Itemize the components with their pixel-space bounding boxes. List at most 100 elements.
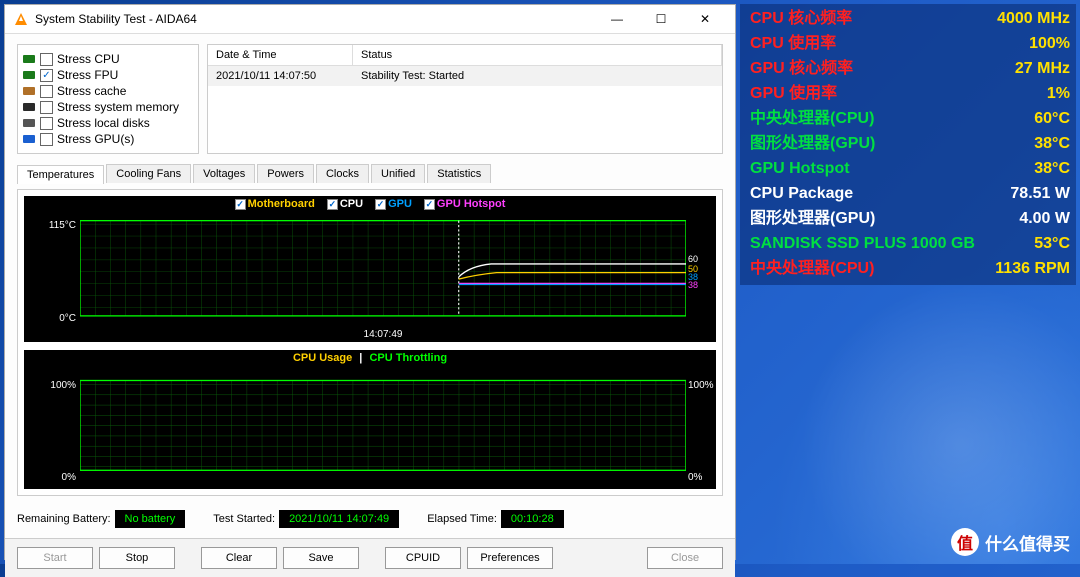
overlay-row: 图形处理器(GPU) 38°C xyxy=(750,131,1070,156)
tab-temperatures[interactable]: Temperatures xyxy=(17,165,104,184)
log-header-status[interactable]: Status xyxy=(353,45,722,65)
started-label: Test Started: xyxy=(213,513,275,525)
stress-label: Stress FPU xyxy=(57,68,118,82)
stress-options-panel: Stress CPU✓Stress FPUStress cacheStress … xyxy=(17,44,199,154)
cpu-y-axis-right: 100% 0% xyxy=(686,374,716,489)
cpu-legend: CPU Usage | CPU Throttling xyxy=(24,350,716,366)
save-button[interactable]: Save xyxy=(283,547,359,569)
overlay-row: GPU Hotspot38°C xyxy=(750,156,1070,181)
checkbox[interactable] xyxy=(40,133,53,146)
log-header-date[interactable]: Date & Time xyxy=(208,45,353,65)
legend-checkbox[interactable]: ✓ xyxy=(327,199,338,210)
started-value: 2021/10/11 14:07:49 xyxy=(279,510,399,528)
window-title: System Stability Test - AIDA64 xyxy=(35,12,595,26)
overlay-row: CPU 使用率 100% xyxy=(750,31,1070,56)
overlay-row: 中央处理器(CPU) 1136 RPM xyxy=(750,256,1070,281)
close-button[interactable]: ✕ xyxy=(683,5,727,33)
legend-checkbox[interactable]: ✓ xyxy=(424,199,435,210)
watermark: 值 什么值得买 xyxy=(951,528,1070,556)
clear-button[interactable]: Clear xyxy=(201,547,277,569)
start-button[interactable]: Start xyxy=(17,547,93,569)
maximize-button[interactable]: ☐ xyxy=(639,5,683,33)
battery-label: Remaining Battery: xyxy=(17,513,111,525)
legend-label: GPU xyxy=(388,198,412,210)
overlay-label: GPU 使用率 xyxy=(750,81,837,106)
checkbox[interactable] xyxy=(40,117,53,130)
checkbox[interactable]: ✓ xyxy=(40,69,53,82)
overlay-value: 1136 RPM xyxy=(995,256,1070,281)
stop-button[interactable]: Stop xyxy=(99,547,175,569)
button-row: Start Stop Clear Save CPUID Preferences … xyxy=(5,538,735,577)
elapsed-value: 00:10:28 xyxy=(501,510,564,528)
overlay-label: GPU Hotspot xyxy=(750,156,850,181)
mem-icon xyxy=(22,101,36,113)
stress-cpu[interactable]: Stress CPU xyxy=(22,51,194,67)
stress-label: Stress local disks xyxy=(57,116,150,130)
cpuid-button[interactable]: CPUID xyxy=(385,547,461,569)
overlay-label: CPU 使用率 xyxy=(750,31,836,56)
elapsed-label: Elapsed Time: xyxy=(427,513,497,525)
checkbox[interactable] xyxy=(40,85,53,98)
legend-label: Motherboard xyxy=(248,198,315,210)
gpu-icon xyxy=(22,133,36,145)
legend-label: CPU xyxy=(340,198,363,210)
stress-disk[interactable]: Stress local disks xyxy=(22,115,194,131)
stress-fpu[interactable]: ✓ Stress FPU xyxy=(22,67,194,83)
overlay-value: 78.51 W xyxy=(1010,181,1070,206)
cache-icon xyxy=(22,85,36,97)
overlay-row: GPU 核心频率27 MHz xyxy=(750,56,1070,81)
overlay-value: 53°C xyxy=(1034,231,1070,256)
tab-cooling-fans[interactable]: Cooling Fans xyxy=(106,164,191,183)
checkbox[interactable] xyxy=(40,53,53,66)
checkbox[interactable] xyxy=(40,101,53,114)
stress-cache[interactable]: Stress cache xyxy=(22,83,194,99)
tab-clocks[interactable]: Clocks xyxy=(316,164,369,183)
stress-mem[interactable]: Stress system memory xyxy=(22,99,194,115)
log-row[interactable]: 2021/10/11 14:07:50 Stability Test: Star… xyxy=(208,66,722,86)
overlay-row: SANDISK SSD PLUS 1000 GB 53°C xyxy=(750,231,1070,256)
overlay-value: 38°C xyxy=(1034,131,1070,156)
overlay-label: SANDISK SSD PLUS 1000 GB xyxy=(750,231,975,256)
cpu-y-axis-left: 100% 0% xyxy=(24,374,80,489)
stress-label: Stress CPU xyxy=(57,52,120,66)
status-row: Remaining Battery: No battery Test Start… xyxy=(17,510,723,528)
overlay-value: 60°C xyxy=(1034,106,1070,131)
overlay-row: CPU Package78.51 W xyxy=(750,181,1070,206)
log-panel: Date & Time Status 2021/10/11 14:07:50 S… xyxy=(207,44,723,154)
overlay-value: 100% xyxy=(1029,31,1070,56)
tab-powers[interactable]: Powers xyxy=(257,164,314,183)
cpu-chart: CPU Usage | CPU Throttling 100% 0% xyxy=(24,350,716,489)
overlay-value: 27 MHz xyxy=(1015,56,1070,81)
overlay-row: 中央处理器(CPU) 60°C xyxy=(750,106,1070,131)
stress-label: Stress GPU(s) xyxy=(57,132,134,146)
chart-tabs: TemperaturesCooling FansVoltagesPowersCl… xyxy=(17,164,723,183)
overlay-label: 图形处理器(GPU) xyxy=(750,131,875,156)
overlay-value: 4000 MHz xyxy=(997,6,1070,31)
temp-legend: ✓Motherboard✓CPU✓GPU✓GPU Hotspot xyxy=(24,196,716,212)
hw-monitor-overlay: CPU 核心频率4000 MHzCPU 使用率 100%GPU 核心频率27 MH… xyxy=(740,4,1076,285)
overlay-label: 中央处理器(CPU) xyxy=(750,256,874,281)
overlay-row: CPU 核心频率4000 MHz xyxy=(750,6,1070,31)
preferences-button[interactable]: Preferences xyxy=(467,547,553,569)
overlay-label: 图形处理器(GPU) xyxy=(750,206,875,231)
tab-statistics[interactable]: Statistics xyxy=(427,164,491,183)
tab-voltages[interactable]: Voltages xyxy=(193,164,255,183)
aida64-window: System Stability Test - AIDA64 — ☐ ✕ Str… xyxy=(4,4,736,560)
legend-label: GPU Hotspot xyxy=(437,198,505,210)
tab-unified[interactable]: Unified xyxy=(371,164,425,183)
temp-y-axis-right: 60503838 xyxy=(686,212,716,342)
overlay-row: GPU 使用率 1% xyxy=(750,81,1070,106)
cpu-icon xyxy=(22,53,36,65)
app-icon xyxy=(13,11,29,27)
temp-y-axis-left: 115°C 0°C xyxy=(24,212,80,342)
titlebar[interactable]: System Stability Test - AIDA64 — ☐ ✕ xyxy=(5,5,735,34)
legend-checkbox[interactable]: ✓ xyxy=(375,199,386,210)
close-dialog-button[interactable]: Close xyxy=(647,547,723,569)
overlay-value: 1% xyxy=(1047,81,1070,106)
overlay-label: 中央处理器(CPU) xyxy=(750,106,874,131)
temp-x-label: 14:07:49 xyxy=(364,329,403,340)
legend-checkbox[interactable]: ✓ xyxy=(235,199,246,210)
stress-gpu[interactable]: Stress GPU(s) xyxy=(22,131,194,147)
minimize-button[interactable]: — xyxy=(595,5,639,33)
battery-value: No battery xyxy=(115,510,186,528)
